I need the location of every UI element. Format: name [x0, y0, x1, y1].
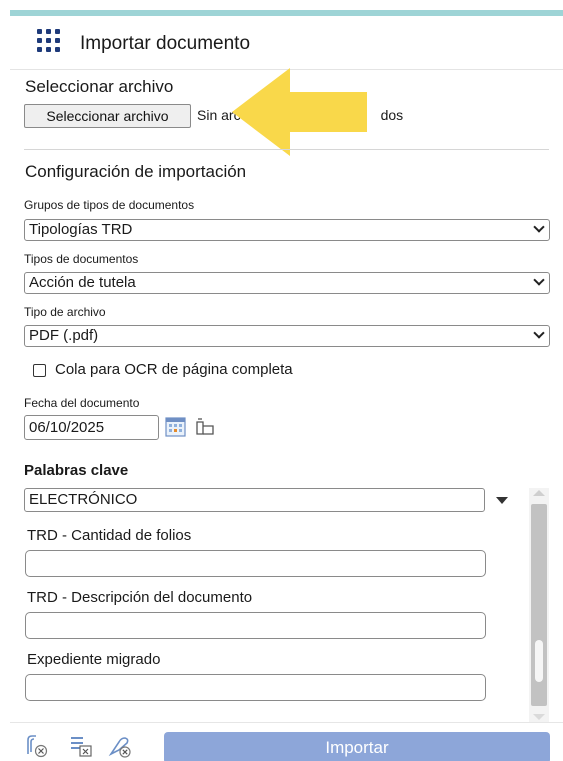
keywords-heading: Palabras clave: [24, 462, 129, 479]
file-status-end: dos: [380, 107, 404, 123]
annotation-arrow: [232, 68, 367, 156]
chevron-down-icon: [533, 221, 545, 233]
clear-date-icon[interactable]: [194, 418, 216, 436]
clear-keywords-icon[interactable]: [107, 734, 133, 758]
migrated-record-input[interactable]: [25, 674, 486, 701]
doc-types-select[interactable]: Acción de tutela: [24, 272, 550, 294]
chevron-down-icon: [533, 274, 545, 286]
keyword-dropdown-icon[interactable]: [496, 497, 508, 504]
doc-type-groups-select[interactable]: Tipologías TRD: [24, 219, 550, 241]
select-file-button[interactable]: Seleccionar archivo: [24, 104, 191, 128]
keyword-value-input[interactable]: ELECTRÓNICO: [24, 488, 485, 512]
ocr-checkbox[interactable]: [33, 364, 46, 377]
scroll-up-arrow-icon[interactable]: [533, 490, 545, 496]
select-file-heading: Seleccionar archivo: [25, 77, 174, 96]
chevron-down-icon: [533, 327, 545, 339]
document-date-input[interactable]: 06/10/2025: [24, 415, 159, 440]
document-date-label: Fecha del documento: [24, 396, 140, 410]
scroll-thumb[interactable]: [535, 640, 543, 682]
calendar-icon[interactable]: [165, 417, 186, 437]
doc-type-groups-label: Grupos de tipos de documentos: [24, 198, 195, 212]
file-type-label: Tipo de archivo: [24, 305, 106, 319]
ocr-checkbox-label: Cola para OCR de página completa: [55, 361, 293, 378]
doc-types-value: Acción de tutela: [29, 274, 136, 291]
apps-grid-icon[interactable]: [37, 29, 61, 53]
doc-description-input[interactable]: [25, 612, 486, 639]
import-config-heading: Configuración de importación: [25, 162, 247, 181]
doc-type-groups-value: Tipologías TRD: [29, 221, 133, 238]
clear-attachment-icon[interactable]: [24, 734, 50, 758]
folios-count-input[interactable]: [25, 550, 486, 577]
file-type-select[interactable]: PDF (.pdf): [24, 325, 550, 347]
import-button[interactable]: Importar: [164, 732, 550, 761]
dialog-title: Importar documento: [80, 33, 251, 54]
folios-count-label: TRD - Cantidad de folios: [27, 527, 192, 544]
scroll-down-arrow-icon[interactable]: [533, 714, 545, 720]
clear-list-icon[interactable]: [68, 734, 94, 758]
migrated-record-label: Expediente migrado: [27, 651, 161, 668]
section-divider: [24, 149, 549, 150]
file-type-value: PDF (.pdf): [29, 327, 99, 344]
doc-description-label: TRD - Descripción del documento: [27, 589, 253, 606]
doc-types-label: Tipos de documentos: [24, 252, 139, 266]
